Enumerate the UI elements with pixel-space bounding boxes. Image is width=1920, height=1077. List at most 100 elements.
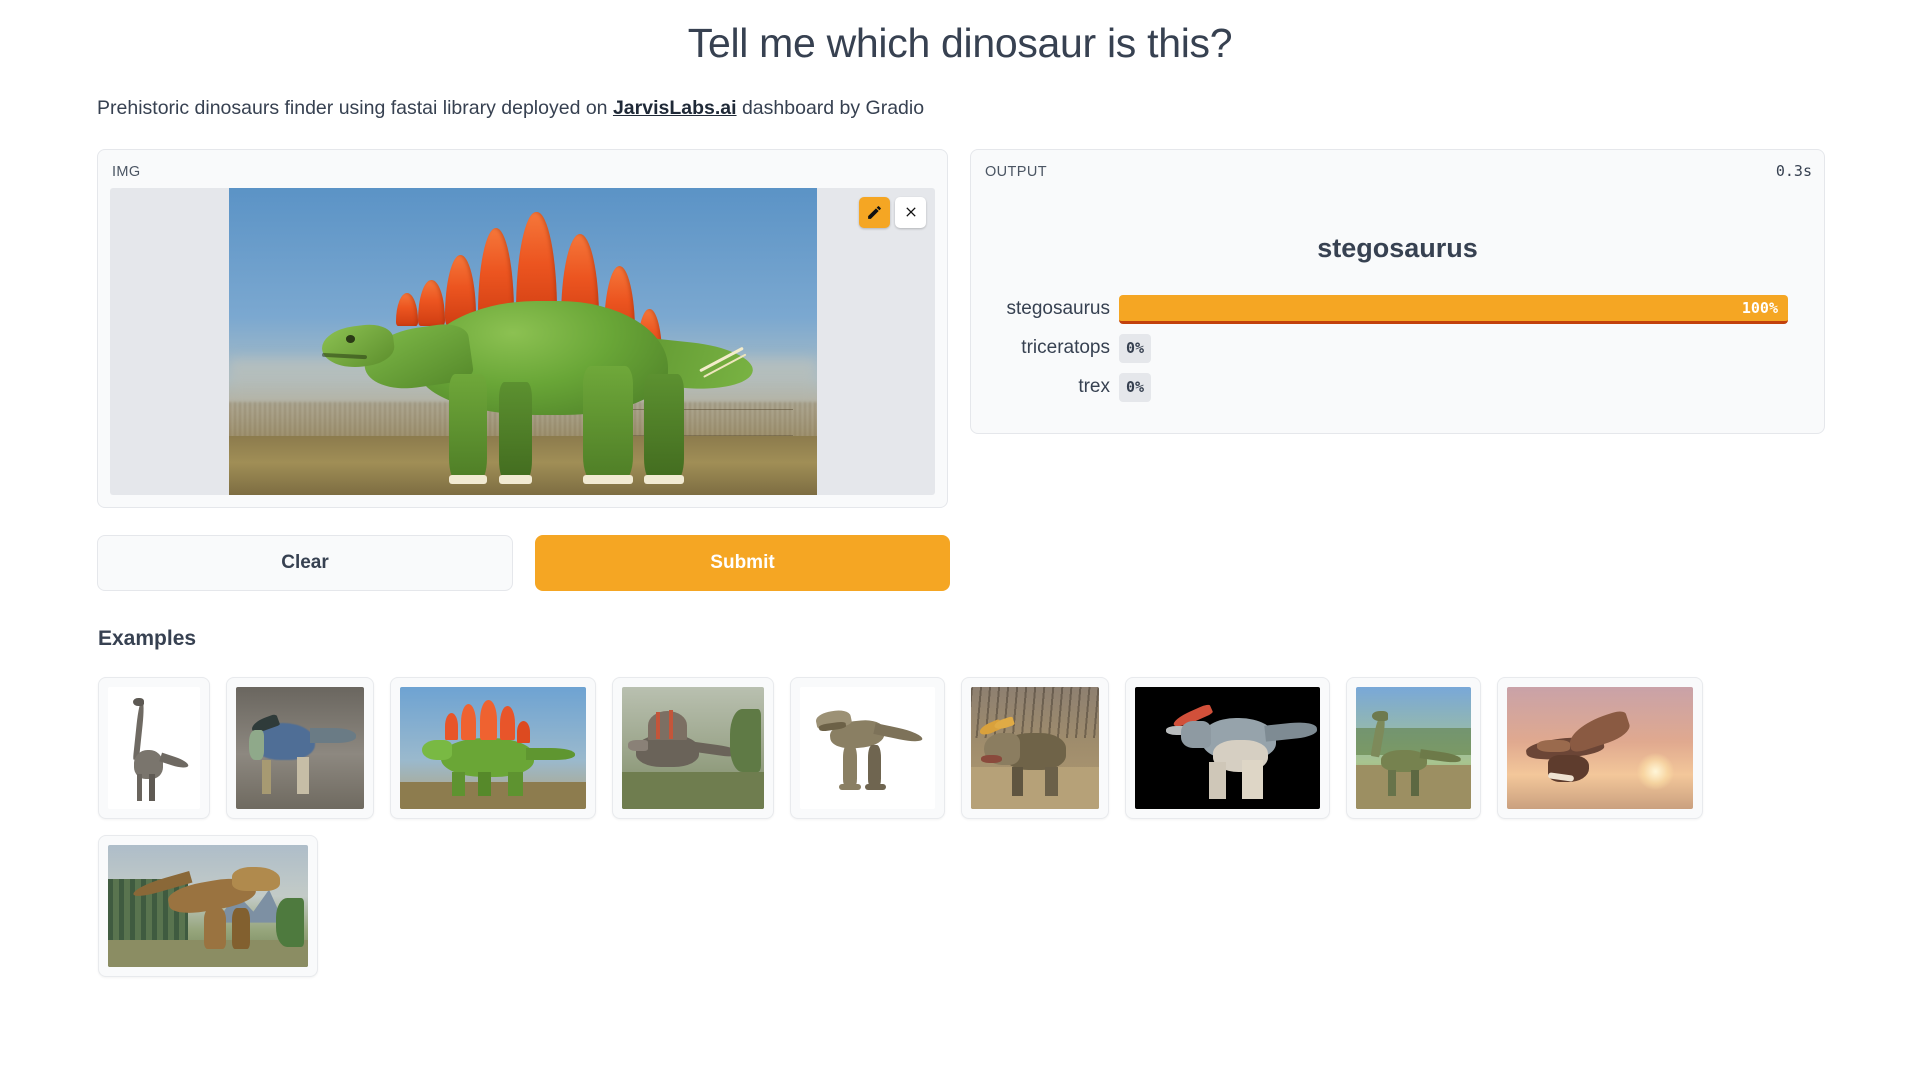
thumb-ground <box>622 771 764 809</box>
thumb-tail <box>526 747 575 760</box>
close-x-icon <box>905 207 916 217</box>
example-thumbnail <box>400 686 586 809</box>
thumb-head <box>627 740 648 752</box>
thumb-leg <box>452 771 466 797</box>
app-root: Tell me which dinosaur is this? Prehisto… <box>0 0 1920 1077</box>
example-thumbnail <box>1135 686 1320 809</box>
thumb-palm <box>729 708 762 772</box>
bar-track: 0% <box>1119 333 1788 364</box>
example-item-triceratops-autumn-leaves[interactable] <box>961 676 1109 819</box>
thumb-foot <box>839 784 861 791</box>
action-buttons: Clear Submit <box>0 508 1920 591</box>
image-input-panel: IMG <box>97 148 948 508</box>
thumb-palm <box>276 898 304 948</box>
clear-image-button[interactable] <box>895 196 926 228</box>
thumb-sail-stripe <box>656 712 661 739</box>
page-title: Tell me which dinosaur is this? <box>687 20 1233 66</box>
example-item-spinosaurus-jungle[interactable] <box>612 676 774 819</box>
thumb-leg <box>843 745 857 787</box>
thumb-head <box>1536 740 1571 753</box>
pencil-icon <box>868 205 881 219</box>
thumb-leg <box>149 774 155 802</box>
image-preview[interactable] <box>110 187 935 495</box>
thumb-plate <box>517 720 531 743</box>
plate-1 <box>395 293 419 326</box>
thumb-leg <box>478 771 492 797</box>
thumb-neck <box>248 730 265 760</box>
thumb-foot <box>864 784 887 791</box>
thumb-leg <box>1011 767 1024 797</box>
thumb-leg <box>867 745 881 787</box>
thumb-plate <box>500 706 516 741</box>
table-row: triceratops 0% <box>983 333 1788 364</box>
thumb-head <box>422 740 453 760</box>
foot-front-right <box>498 475 533 485</box>
example-item-brachiosaurus-swamp[interactable] <box>1346 676 1481 819</box>
thumb-mouth <box>981 754 1002 764</box>
thumb-head <box>1372 710 1389 721</box>
example-thumbnail <box>1507 686 1693 809</box>
example-item-parasaurolophus-in-fog[interactable] <box>226 676 374 819</box>
page-subtitle: Prehistoric dinosaurs finder using fasta… <box>0 69 1920 122</box>
bar-value: 100% <box>1119 294 1788 324</box>
table-row: trex 0% <box>983 372 1788 403</box>
output-panel: OUTPUT 0.3s stegosaurus stegosaurus 100%… <box>970 148 1825 434</box>
output-panel-header: OUTPUT 0.3s <box>983 160 1812 188</box>
main-columns: IMG OUTPUT 0.3s stegosaurus stegosaurus … <box>0 123 1920 508</box>
thumb-leg <box>1045 767 1059 797</box>
clear-button[interactable]: Clear <box>97 534 513 591</box>
example-item-parasaurolophus-black-background[interactable] <box>1125 676 1330 819</box>
input-column: IMG <box>97 148 948 508</box>
thumb-leg <box>261 759 271 794</box>
thumb-head <box>132 697 144 707</box>
uploaded-image <box>228 187 817 495</box>
plate-2 <box>418 279 445 326</box>
submit-button[interactable]: Submit <box>535 534 950 591</box>
example-item-pteranodon-sunset[interactable] <box>1497 676 1703 819</box>
foot-back-left <box>583 475 633 485</box>
thumb-sail-stripe <box>668 709 674 739</box>
leg-back-left <box>583 366 633 485</box>
examples-heading: Examples <box>98 626 197 650</box>
example-item-trex-white-background[interactable] <box>790 676 945 819</box>
thumb-sun <box>1637 752 1675 792</box>
example-item-brachiosaurus-white-background[interactable] <box>98 676 210 819</box>
image-panel-label: IMG <box>112 163 141 180</box>
thumb-leg <box>204 907 226 950</box>
example-item-trex-mountain-landscape[interactable] <box>98 834 318 977</box>
thumb-ground <box>971 767 1099 809</box>
image-tools <box>859 196 926 228</box>
bar-track: 0% <box>1119 372 1788 403</box>
thumb-scene <box>800 686 935 809</box>
thumb-leg <box>232 907 250 950</box>
thumb-tail <box>310 728 357 743</box>
edit-image-button[interactable] <box>859 196 890 228</box>
bar-category-label: triceratops <box>1021 337 1110 359</box>
thumb-leg <box>507 771 523 797</box>
thumb-ground <box>400 781 586 809</box>
leg-front-right <box>498 382 533 485</box>
bar-category-label: trex <box>1078 376 1110 398</box>
example-thumbnail <box>108 844 308 967</box>
bar-value: 0% <box>1119 333 1152 363</box>
thumb-neck <box>1181 720 1211 748</box>
inference-timer: 0.3s <box>1775 161 1812 180</box>
thumb-plate <box>444 713 458 741</box>
output-panel-label: OUTPUT <box>985 163 1048 180</box>
thumb-leg <box>1388 769 1397 797</box>
output-column: OUTPUT 0.3s stegosaurus stegosaurus 100%… <box>970 148 1825 434</box>
thumb-leg <box>1411 769 1420 797</box>
example-item-stegosaurus-blue-sky[interactable] <box>390 676 596 819</box>
example-thumbnail <box>800 686 935 809</box>
thumb-leg <box>136 774 143 802</box>
stegosaurus-figure <box>311 212 758 485</box>
bar-category-label: stegosaurus <box>1006 298 1110 320</box>
jarvislabs-link[interactable]: JarvisLabs.ai <box>613 97 737 119</box>
example-thumbnail <box>108 686 200 809</box>
foot-back-right <box>643 475 684 485</box>
thumb-leg <box>1209 762 1226 799</box>
top-prediction-label: stegosaurus <box>1317 232 1478 263</box>
example-thumbnail <box>622 686 764 809</box>
thumb-sail <box>647 710 688 741</box>
example-thumbnail <box>236 686 364 809</box>
